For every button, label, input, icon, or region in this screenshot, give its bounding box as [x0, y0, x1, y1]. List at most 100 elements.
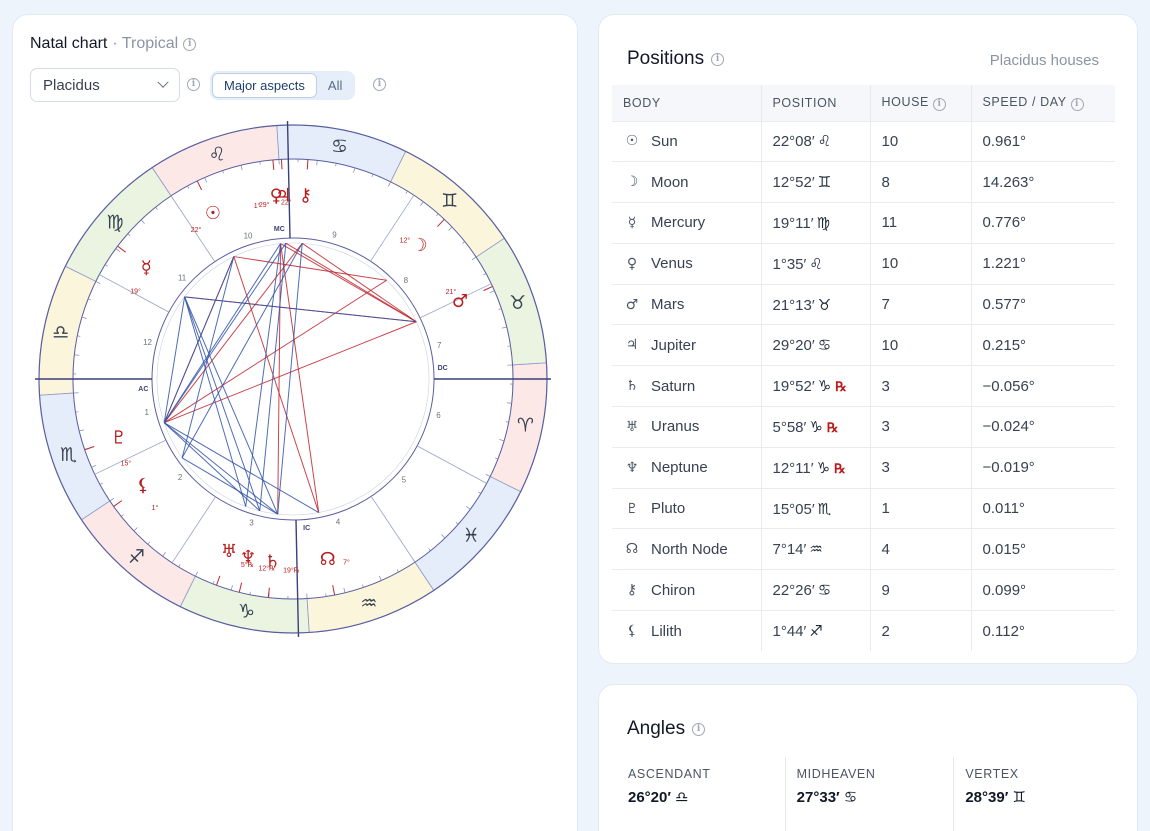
sign-icon: ♑ — [817, 377, 832, 396]
angle-ascendant: ASCENDANT 26°20′ ♎ — [617, 757, 786, 831]
angle-value: 28°39′ ♊ — [965, 789, 1026, 806]
house-cell: 3 — [870, 406, 972, 448]
house-system-value: Placidus — [43, 76, 100, 94]
house-number: 12 — [143, 338, 152, 347]
house-cell: 3 — [870, 446, 972, 489]
angle-label: VERTEX — [965, 767, 1019, 781]
position-cell: 12°11′ ♑ ℞ — [761, 446, 871, 489]
planet-degree-label: 19°℞ — [283, 566, 300, 574]
house-cell: 2 — [870, 610, 972, 652]
planet-glyph-icon: ☉ — [205, 203, 221, 224]
body-name: Saturn — [651, 377, 696, 395]
angle-label: MIDHEAVEN — [796, 767, 876, 781]
table-row[interactable]: ♇ Pluto 15°05′ ♏ 1 0.011° — [612, 487, 1115, 529]
planet-degree-label: 15° — [121, 460, 132, 468]
planet-icon: ☿ — [627, 214, 637, 231]
planet-glyph-icon: ⚸ — [136, 475, 149, 496]
position-degree: 22°08′ — [772, 133, 815, 151]
body-name: Venus — [651, 255, 693, 273]
planet-icon: ♂ — [625, 296, 639, 313]
house-cell: 3 — [870, 365, 972, 407]
all-aspects-button[interactable]: All — [317, 73, 353, 98]
sign-icon: ♋ — [817, 581, 832, 600]
planet-degree-label: 22° — [191, 226, 202, 234]
table-row[interactable]: ⚷ Chiron 22°26′ ♋ 9 0.099° — [612, 569, 1115, 611]
table-row[interactable]: ⚸ Lilith 1°44′ ♐ 2 0.112° — [612, 610, 1115, 652]
table-row[interactable]: ♂ Mars 21°13′ ♉ 7 0.577° — [612, 283, 1115, 325]
house-cell: 8 — [870, 161, 972, 203]
body-name: Uranus — [651, 418, 700, 436]
planet-degree-label: 21° — [446, 288, 457, 296]
zodiac-sign-icon: ♉ — [509, 292, 526, 314]
house-number: 11 — [178, 273, 187, 282]
table-row[interactable]: ☿ Mercury 19°11′ ♍ 11 0.776° — [612, 202, 1115, 244]
header-position: POSITION — [761, 85, 871, 121]
angle-label: ASCENDANT — [628, 767, 711, 781]
planet-icon: ♀ — [626, 255, 638, 272]
planet-icon: ♇ — [625, 500, 639, 517]
table-row[interactable]: ♆ Neptune 12°11′ ♑ ℞ 3 −0.019° — [612, 446, 1115, 489]
zodiac-sign-icon: ♓ — [462, 525, 479, 547]
position-degree: 1°44′ — [772, 623, 807, 641]
house-number: 4 — [336, 518, 341, 527]
speed-cell: −0.019° — [971, 446, 1115, 489]
position-cell: 19°52′ ♑ ℞ — [761, 365, 871, 407]
sign-icon: ♍ — [816, 213, 831, 232]
angle-label: DC — [438, 365, 448, 372]
info-icon[interactable]: i — [1070, 97, 1084, 111]
angles-card: Angles i ASCENDANT 26°20′ ♎ MIDHEAVEN 27… — [598, 684, 1138, 831]
table-row[interactable]: ♄ Saturn 19°52′ ♑ ℞ 3 −0.056° — [612, 365, 1115, 407]
planet-glyph-icon: ☽ — [411, 235, 427, 256]
major-aspects-button[interactable]: Major aspects — [212, 73, 317, 98]
sign-icon: ♑ — [809, 417, 823, 436]
position-degree: 22°26′ — [772, 582, 815, 600]
body-cell: ♇ Pluto — [612, 487, 762, 529]
header-speed: SPEED / DAY i — [971, 85, 1115, 121]
position-cell: 15°05′ ♏ — [761, 487, 871, 529]
position-cell: 21°13′ ♉ — [761, 283, 871, 325]
info-icon[interactable]: i — [692, 722, 706, 736]
header-house-label: HOUSE — [881, 94, 929, 109]
position-degree: 29°20′ — [772, 337, 815, 355]
header-body: BODY — [612, 85, 762, 121]
speed-cell: 1.221° — [971, 242, 1115, 285]
speed-cell: 0.776° — [971, 202, 1115, 244]
zodiac-sign-icon: ♊ — [441, 190, 458, 212]
table-row[interactable]: ♃ Jupiter 29°20′ ♋ 10 0.215° — [612, 324, 1115, 366]
house-info-icon[interactable]: i — [187, 78, 200, 91]
sign-icon: ♊ — [817, 173, 832, 192]
positions-title-text: Positions — [627, 48, 705, 69]
table-row[interactable]: ☉ Sun 22°08′ ♌ 10 0.961° — [612, 120, 1115, 162]
table-row[interactable]: ☽ Moon 12°52′ ♊ 8 14.263° — [612, 161, 1115, 203]
position-degree: 1°35′ — [772, 255, 807, 273]
info-icon[interactable]: i — [711, 52, 725, 66]
position-degree: 15°05′ — [772, 500, 815, 518]
house-cell: 10 — [870, 324, 972, 366]
info-icon[interactable]: i — [933, 97, 947, 111]
table-row[interactable]: ♀ Venus 1°35′ ♌ 10 1.221° — [612, 242, 1115, 285]
position-cell: 19°11′ ♍ — [761, 202, 871, 244]
speed-cell: −0.056° — [971, 365, 1115, 407]
body-name: Neptune — [651, 459, 708, 477]
table-row[interactable]: ☊ North Node 7°14′ ♒ 4 0.015° — [612, 528, 1115, 570]
info-icon[interactable]: i — [183, 37, 197, 51]
house-system-select[interactable]: Placidus — [30, 68, 180, 102]
table-row[interactable]: ♅ Uranus 5°58′ ♑ ℞ 3 −0.024° — [612, 406, 1115, 448]
body-cell: ☉ Sun — [612, 120, 762, 162]
planet-degree-label: 22° — [281, 199, 292, 207]
header-house: HOUSE i — [870, 85, 972, 121]
position-degree: 12°52′ — [772, 174, 815, 192]
body-cell: ♄ Saturn — [612, 365, 762, 407]
house-cell: 4 — [870, 528, 972, 570]
house-cell: 1 — [870, 487, 972, 529]
house-cell: 7 — [870, 283, 972, 325]
body-name: Mars — [651, 296, 685, 314]
planet-icon: ☊ — [625, 541, 639, 558]
aspects-info-icon[interactable]: i — [373, 78, 386, 91]
aspects-toggle: Major aspects All — [210, 71, 356, 100]
body-cell: ☿ Mercury — [612, 202, 762, 244]
speed-cell: −0.024° — [971, 406, 1115, 448]
angle-value: 26°20′ ♎ — [628, 789, 689, 806]
speed-cell: 14.263° — [971, 161, 1115, 203]
body-cell: ♅ Uranus — [612, 406, 762, 448]
